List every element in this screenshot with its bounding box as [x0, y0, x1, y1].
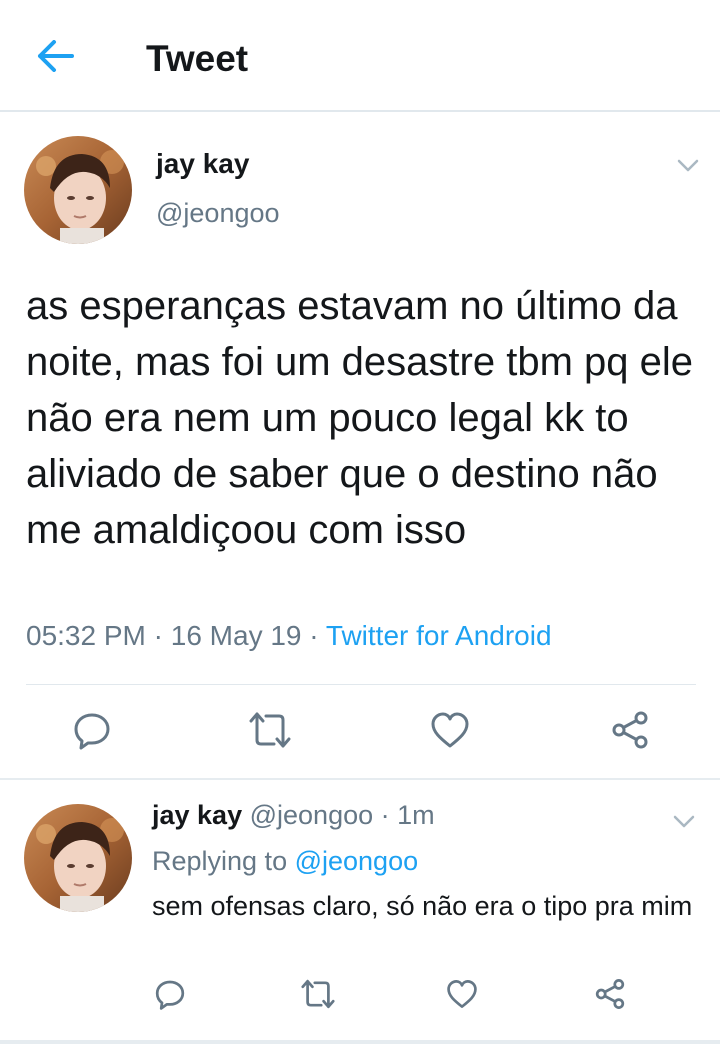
share-button[interactable] — [604, 706, 656, 758]
tweet-date: 16 May 19 — [170, 620, 302, 651]
meta-separator: · — [301, 620, 326, 651]
back-button[interactable] — [34, 38, 78, 78]
retweet-icon — [300, 978, 336, 1015]
meta-separator: · — [373, 800, 398, 830]
reply-author-name[interactable]: jay kay — [152, 800, 242, 830]
replying-to: Replying to @jeongoo — [152, 846, 418, 877]
meta-separator: · — [145, 620, 171, 651]
author-name[interactable]: jay kay — [156, 148, 249, 180]
reply-icon — [72, 710, 112, 755]
chevron-down-icon[interactable] — [670, 812, 698, 832]
like-button[interactable] — [424, 706, 476, 758]
replying-to-mention[interactable]: @jeongoo — [295, 846, 419, 876]
page-title: Tweet — [146, 38, 249, 79]
top-bar: Tweet — [0, 0, 720, 112]
reply-button[interactable] — [146, 972, 194, 1020]
reply-button[interactable] — [66, 706, 118, 758]
reply-header: jay kay @jeongoo · 1m — [152, 800, 435, 831]
reply-text: sem ofensas claro, só não era o tipo pra… — [152, 891, 693, 921]
tweet-text: as esperanças estavam no último da noite… — [26, 284, 693, 552]
tweet-time: 05:32 PM — [26, 620, 146, 651]
retweet-button[interactable] — [244, 706, 296, 758]
like-button[interactable] — [438, 972, 486, 1020]
retweet-icon — [248, 710, 292, 755]
share-icon — [594, 978, 626, 1015]
author-handle[interactable]: @jeongoo — [156, 198, 280, 229]
chevron-down-icon[interactable] — [674, 156, 702, 176]
reply-author-handle[interactable]: @jeongoo — [250, 800, 374, 830]
tweet-meta: 05:32 PM · 16 May 19 · Twitter for Andro… — [26, 620, 552, 652]
reply-age: 1m — [397, 800, 435, 830]
like-icon — [446, 979, 478, 1014]
arrow-left-icon — [37, 39, 75, 77]
reply-avatar[interactable] — [24, 804, 132, 912]
tweet-source-link[interactable]: Twitter for Android — [326, 620, 552, 651]
reply-icon — [154, 978, 186, 1015]
replying-to-label: Replying to — [152, 846, 295, 876]
retweet-button[interactable] — [294, 972, 342, 1020]
divider — [26, 684, 696, 685]
section-divider — [0, 778, 720, 780]
avatar[interactable] — [24, 136, 132, 244]
share-icon — [610, 710, 650, 755]
share-button[interactable] — [586, 972, 634, 1020]
like-icon — [430, 711, 470, 754]
section-divider — [0, 1040, 720, 1044]
